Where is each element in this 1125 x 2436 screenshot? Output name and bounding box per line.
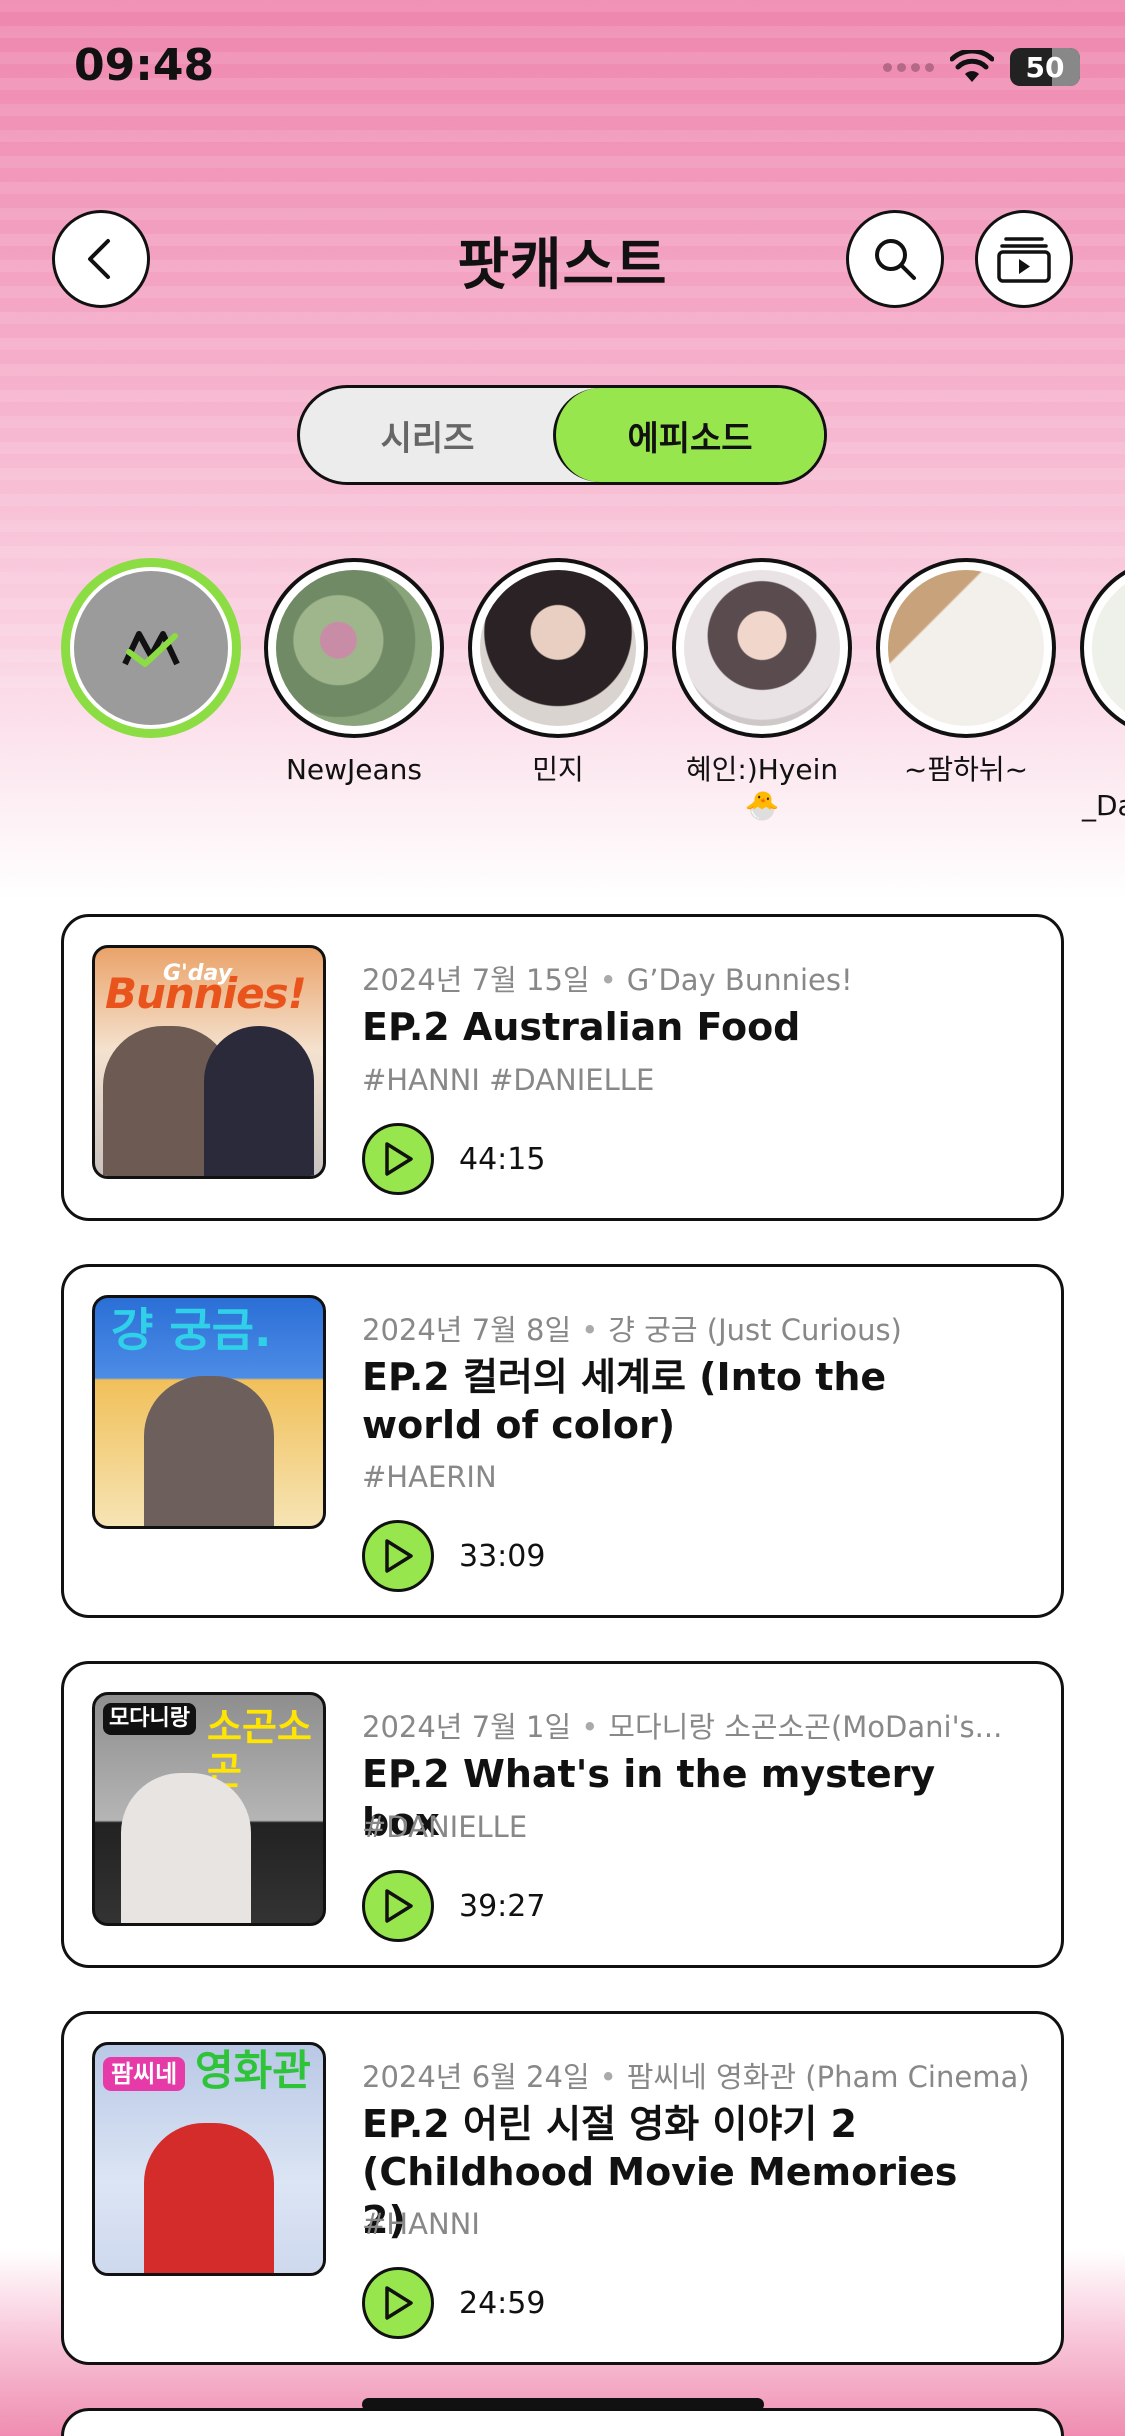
episode-meta: 2024년 7월 1일 • 모다니랑 소곤소곤(MoDani's...	[362, 1710, 1003, 1744]
episode-title: EP.2 컬러의 세계로 (Into the world of color)	[362, 1355, 887, 1447]
thumbnail-label: 모다니랑	[103, 1703, 196, 1735]
episode-thumbnail: G'day Bunnies!	[92, 945, 326, 1179]
play-icon	[385, 2286, 413, 2320]
artist-filter-danielle[interactable]: _Da	[1080, 558, 1125, 824]
battery-icon: 50	[1010, 48, 1080, 86]
play-icon	[385, 1539, 413, 1573]
episode-card[interactable]: G'day Bunnies! 2024년 7월 15일 • G’Day Bunnie…	[61, 914, 1064, 1221]
all-artists-logo-icon	[70, 567, 232, 729]
avatar	[480, 570, 636, 726]
series-name: 걍 궁금 (Just Curious)	[608, 1313, 902, 1347]
artist-filter-hyein[interactable]: 혜인:)Hyein 🐣	[672, 558, 852, 824]
cellular-signal-icon	[883, 62, 934, 72]
episode-hashtags: #HANNI #DANIELLE	[362, 1063, 655, 1097]
artist-name: _Da	[1082, 789, 1125, 822]
episode-card[interactable]	[61, 2408, 1064, 2436]
play-icon	[385, 1889, 413, 1923]
series-episode-toggle: 시리즈 에피소드	[297, 385, 827, 485]
thumbnail-label: 팜씨네	[103, 2057, 186, 2091]
episode-hashtags: #DANIELLE	[362, 1810, 528, 1844]
artist-name: NewJeans	[285, 753, 423, 786]
playlist-library-icon	[997, 237, 1051, 283]
home-indicator[interactable]	[362, 2398, 764, 2411]
avatar	[276, 570, 432, 726]
episode-hashtags: #HANNI	[362, 2207, 480, 2241]
series-name: 모다니랑 소곤소곤(MoDani's...	[608, 1710, 1003, 1744]
episode-date: 2024년 7월 15일	[362, 963, 590, 997]
artist-name: 혜인:)Hyein	[685, 753, 839, 786]
episode-date: 2024년 7월 1일	[362, 1710, 572, 1744]
episode-duration: 24:59	[459, 2286, 546, 2321]
episode-hashtags: #HAERIN	[362, 1460, 497, 1494]
episode-meta: 2024년 6월 24일 • 팜씨네 영화관 (Pham Cinema)	[362, 2060, 1030, 2094]
library-button[interactable]	[975, 210, 1073, 308]
play-button[interactable]	[362, 1870, 434, 1942]
battery-level: 50	[1025, 50, 1065, 84]
avatar	[1092, 570, 1125, 726]
thumbnail-title: 영화관	[195, 2046, 311, 2095]
page-title: 팟캐스트	[457, 233, 668, 298]
episode-duration: 44:15	[459, 1142, 546, 1177]
play-button[interactable]	[362, 1520, 434, 1592]
artist-filter-newjeans[interactable]: NewJeans	[264, 558, 444, 788]
play-button[interactable]	[362, 1123, 434, 1195]
episode-meta: 2024년 7월 15일 • G’Day Bunnies!	[362, 963, 853, 997]
episode-duration: 39:27	[459, 1889, 546, 1924]
episode-date: 2024년 7월 8일	[362, 1313, 572, 1347]
series-name: G’Day Bunnies!	[626, 963, 853, 997]
episode-title: EP.2 Australian Food	[362, 1005, 801, 1049]
episode-meta: 2024년 7월 8일 • 걍 궁금 (Just Curious)	[362, 1313, 902, 1347]
avatar-ring	[61, 558, 241, 738]
avatar	[684, 570, 840, 726]
artist-name-emoji: 🐣	[744, 789, 780, 822]
status-icons: 50	[883, 48, 1080, 86]
episode-thumbnail: 걍 궁금.	[92, 1295, 326, 1529]
episode-card[interactable]: 팜씨네 영화관 2024년 6월 24일 • 팜씨네 영화관 (Pham Cinem…	[61, 2011, 1064, 2365]
avatar	[888, 570, 1044, 726]
artist-filter-all[interactable]	[61, 558, 241, 738]
episode-thumbnail: 모다니랑 소곤소곤	[92, 1692, 326, 1926]
series-name: 팜씨네 영화관 (Pham Cinema)	[626, 2060, 1030, 2094]
status-time: 09:48	[74, 40, 215, 91]
search-button[interactable]	[846, 210, 944, 308]
tab-series[interactable]: 시리즈	[300, 388, 555, 482]
thumbnail-title: Bunnies!	[105, 969, 307, 1018]
artist-filter-hanni[interactable]: ~팜하뉘~	[876, 558, 1056, 788]
thumbnail-title: 걍 궁금.	[111, 1303, 272, 1357]
tab-episode[interactable]: 에피소드	[553, 388, 824, 482]
episode-duration: 33:09	[459, 1539, 546, 1574]
wifi-icon	[950, 50, 994, 82]
artist-name: ~팜하뉘~	[903, 753, 1029, 786]
episode-card[interactable]: 모다니랑 소곤소곤 2024년 7월 1일 • 모다니랑 소곤소곤(MoDani's…	[61, 1661, 1064, 1968]
artist-name: 민지	[532, 753, 584, 786]
episode-card[interactable]: 걍 궁금. 2024년 7월 8일 • 걍 궁금 (Just Curious) EP…	[61, 1264, 1064, 1618]
episode-thumbnail: 팜씨네 영화관	[92, 2042, 326, 2276]
play-button[interactable]	[362, 2267, 434, 2339]
artist-filter-minji[interactable]: 민지	[468, 558, 648, 788]
search-icon	[875, 239, 916, 280]
play-icon	[385, 1142, 413, 1176]
artist-filter-row: NewJeans 민지 혜인:)Hyein 🐣 ~팜하뉘~ _Da	[0, 558, 1125, 848]
episode-date: 2024년 6월 24일	[362, 2060, 590, 2094]
